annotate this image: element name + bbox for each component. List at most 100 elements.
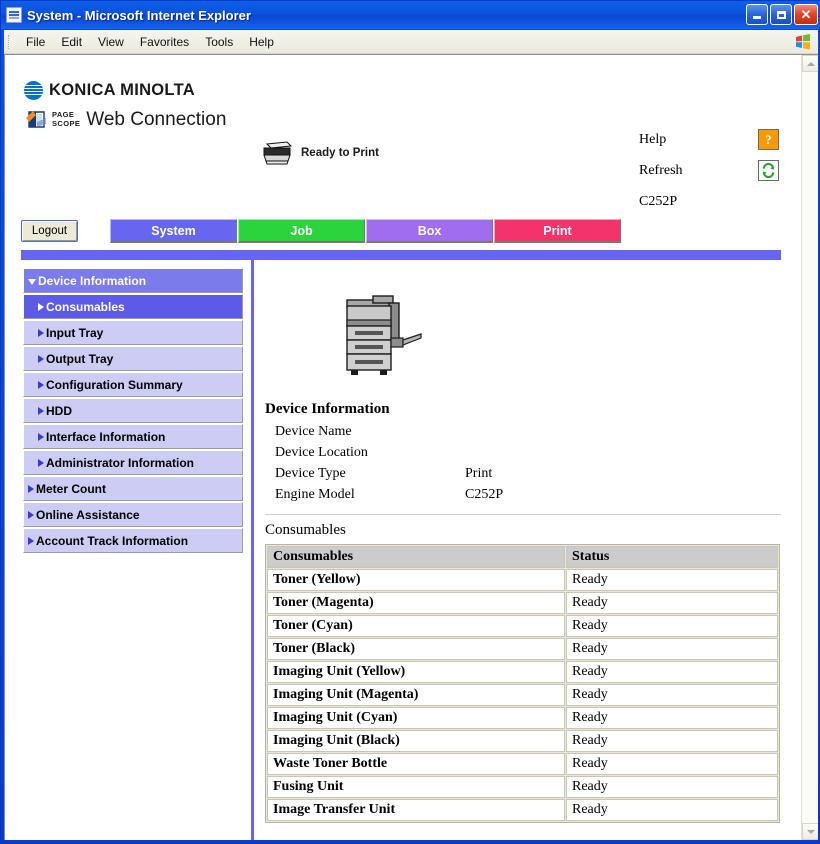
sidebar-label: Consumables: [46, 299, 125, 314]
consumable-name: Image Transfer Unit: [267, 799, 565, 821]
refresh-label[interactable]: Refresh: [639, 163, 683, 179]
consumable-status: Ready: [566, 707, 778, 729]
refresh-arrows-icon[interactable]: [758, 160, 779, 181]
windows-flag-icon: [796, 34, 810, 50]
triangle-right-icon: [28, 510, 34, 519]
device-status-text: Ready to Print: [301, 147, 379, 159]
pagescope-word-scope: SCOPE: [52, 119, 81, 128]
tab-job-label: Job: [290, 223, 313, 238]
table-header-row: Consumables Status: [267, 546, 778, 568]
consumable-name: Imaging Unit (Yellow): [267, 661, 565, 683]
help-label[interactable]: Help: [639, 132, 666, 148]
consumable-name: Toner (Yellow): [267, 569, 565, 591]
scroll-down-button[interactable]: [802, 823, 818, 840]
consumable-name: Toner (Magenta): [267, 592, 565, 614]
table-row: Imaging Unit (Yellow) Ready: [267, 661, 778, 683]
sidebar-item-output-tray[interactable]: Output Tray: [23, 346, 243, 371]
menu-tools[interactable]: Tools: [197, 33, 241, 51]
main-tabs: System Job Box Print: [110, 219, 622, 243]
sidebar-label: Online Assistance: [36, 507, 140, 522]
consumable-status: Ready: [566, 592, 778, 614]
browser-window: System - Microsoft Internet Explorer ✕ F…: [0, 0, 820, 844]
minimize-button[interactable]: [746, 4, 768, 25]
device-status: Ready to Print: [260, 140, 379, 166]
menu-help[interactable]: Help: [241, 33, 282, 51]
sidebar-label: Account Track Information: [36, 533, 189, 548]
triangle-right-icon: [38, 302, 44, 311]
sidebar-item-meter-count[interactable]: Meter Count: [23, 476, 243, 501]
konica-minolta-globe-icon: [24, 81, 43, 100]
menu-file[interactable]: File: [18, 33, 53, 51]
pagescope-wordmark: PAGE SCOPE: [52, 110, 80, 128]
triangle-right-icon: [38, 380, 44, 389]
sidebar-item-online-assistance[interactable]: Online Assistance: [23, 502, 243, 527]
tab-system-label: System: [151, 223, 196, 238]
device-info-row: Device Name: [275, 424, 783, 440]
model-number: C252P: [639, 194, 678, 209]
maximize-button[interactable]: [770, 4, 792, 25]
consumable-status: Ready: [566, 799, 778, 821]
page-header: KONICA MINOLTA PAGE SCOPE Web Connection…: [5, 55, 801, 209]
menu-favorites[interactable]: Favorites: [132, 33, 197, 51]
tab-system[interactable]: System: [110, 219, 237, 243]
consumable-status: Ready: [566, 615, 778, 637]
consumable-status: Ready: [566, 730, 778, 752]
tab-box[interactable]: Box: [366, 219, 493, 243]
consumable-name: Waste Toner Bottle: [267, 753, 565, 775]
logout-button[interactable]: Logout: [21, 220, 78, 242]
multifunction-printer-illustration: [346, 295, 422, 375]
consumables-table: Consumables Status Toner (Yellow) Ready T…: [265, 544, 780, 823]
sidebar-item-account-track-information[interactable]: Account Track Information: [23, 528, 243, 553]
sidebar-item-device-information[interactable]: Device Information: [23, 268, 243, 293]
maximize-icon: [776, 10, 786, 19]
device-name-label: Device Name: [275, 424, 352, 439]
sidebar-item-administrator-information[interactable]: Administrator Information: [23, 450, 243, 475]
sidebar-label: Input Tray: [46, 325, 104, 340]
scroll-down-arrow-icon: [806, 829, 815, 834]
help-question-icon[interactable]: ?: [758, 129, 779, 150]
menu-view[interactable]: View: [90, 33, 132, 51]
table-row: Waste Toner Bottle Ready: [267, 753, 778, 775]
triangle-right-icon: [38, 458, 44, 467]
sidebar-item-hdd[interactable]: HDD: [23, 398, 243, 423]
column-header-consumables: Consumables: [267, 546, 565, 568]
tab-job[interactable]: Job: [238, 219, 365, 243]
menu-bar: File Edit View Favorites Tools Help: [4, 30, 818, 54]
menu-edit[interactable]: Edit: [53, 33, 90, 51]
close-button[interactable]: ✕: [794, 4, 818, 25]
device-info-row: Device Type Print: [275, 466, 783, 482]
vertical-scrollbar[interactable]: [801, 55, 818, 840]
sidebar: Device Information Consumables Input Tra…: [23, 268, 243, 554]
device-type-value: Print: [465, 466, 493, 481]
triangle-right-icon: [28, 536, 34, 545]
title-bar: System - Microsoft Internet Explorer ✕: [1, 1, 820, 29]
table-row: Imaging Unit (Magenta) Ready: [267, 684, 778, 706]
tab-print[interactable]: Print: [494, 219, 621, 243]
consumable-status: Ready: [566, 753, 778, 775]
pagescope-word-page: PAGE: [52, 110, 75, 119]
scroll-up-button[interactable]: [802, 55, 818, 72]
sidebar-item-interface-information[interactable]: Interface Information: [23, 424, 243, 449]
window-controls: ✕: [746, 4, 818, 25]
main-content: Device Information Device Name Device Lo…: [263, 268, 783, 823]
consumable-status: Ready: [566, 661, 778, 683]
consumable-status: Ready: [566, 569, 778, 591]
table-row: Toner (Magenta) Ready: [267, 592, 778, 614]
menu-drag-grip[interactable]: [8, 34, 13, 49]
sidebar-item-input-tray[interactable]: Input Tray: [23, 320, 243, 345]
printer-icon: [263, 141, 293, 165]
sidebar-label: Device Information: [38, 273, 147, 288]
consumable-status: Ready: [566, 776, 778, 798]
header-links: Help ? Refresh C252P: [639, 129, 789, 209]
company-name: KONICA MINOLTA: [49, 81, 195, 99]
device-type-label: Device Type: [275, 466, 346, 481]
consumable-status: Ready: [566, 638, 778, 660]
sidebar-label: Meter Count: [36, 481, 106, 496]
sidebar-label: HDD: [46, 403, 72, 418]
consumable-status: Ready: [566, 684, 778, 706]
window-frame: System - Microsoft Internet Explorer ✕ F…: [0, 0, 820, 844]
device-information-title: Device Information: [265, 401, 390, 417]
content-divider: [251, 260, 254, 840]
sidebar-item-configuration-summary[interactable]: Configuration Summary: [23, 372, 243, 397]
sidebar-item-consumables[interactable]: Consumables: [23, 294, 243, 319]
